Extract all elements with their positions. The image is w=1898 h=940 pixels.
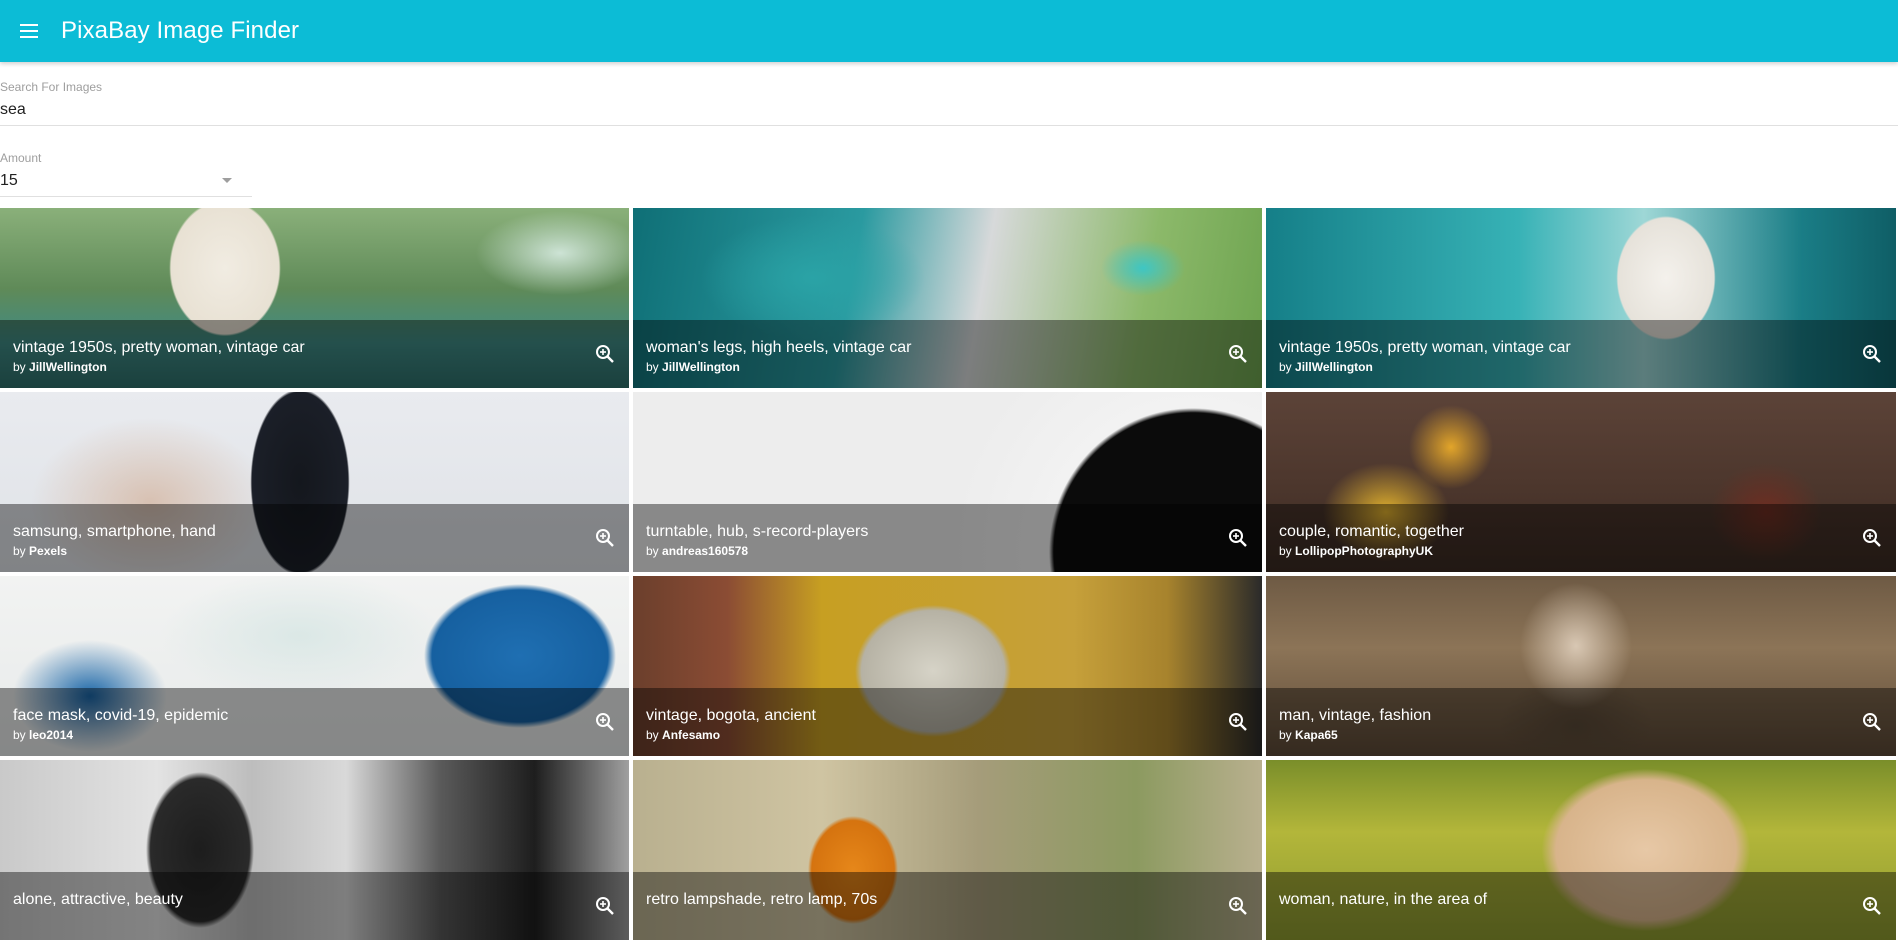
tile-title: man, vintage, fashion bbox=[1279, 707, 1432, 724]
zoom-in-icon[interactable] bbox=[1862, 528, 1882, 548]
amount-value[interactable]: 15 bbox=[0, 171, 252, 191]
zoom-in-icon[interactable] bbox=[1228, 528, 1248, 548]
tile-caption-bar: vintage 1950s, pretty woman, vintage car… bbox=[0, 320, 629, 388]
tile-title: face mask, covid-19, epidemic bbox=[13, 707, 229, 724]
tile-caption-bar: alone, attractive, beauty bbox=[0, 872, 629, 940]
tile-title: alone, attractive, beauty bbox=[13, 891, 183, 908]
image-tile[interactable]: vintage 1950s, pretty woman, vintage car… bbox=[0, 208, 629, 388]
image-tile[interactable]: couple, romantic, together by LollipopPh… bbox=[1266, 392, 1896, 572]
tile-author-line: by Pexels bbox=[13, 544, 67, 558]
tile-author: Pexels bbox=[29, 544, 68, 558]
image-tile[interactable]: vintage, bogota, ancient by Anfesamo bbox=[633, 576, 1262, 756]
zoom-in-icon[interactable] bbox=[1862, 712, 1882, 732]
tile-caption-bar: vintage 1950s, pretty woman, vintage car… bbox=[1266, 320, 1896, 388]
zoom-in-icon[interactable] bbox=[1228, 712, 1248, 732]
tile-author: Kapa65 bbox=[1295, 728, 1338, 742]
tile-title: woman's legs, high heels, vintage car bbox=[646, 339, 912, 356]
tile-by: by bbox=[13, 728, 26, 742]
tile-by: by bbox=[646, 728, 659, 742]
tile-title: turntable, hub, s-record-players bbox=[646, 523, 869, 540]
tile-author: leo2014 bbox=[29, 728, 74, 742]
tile-title: couple, romantic, together bbox=[1279, 523, 1464, 540]
tile-author: andreas160578 bbox=[662, 544, 749, 558]
image-tile[interactable]: samsung, smartphone, hand by Pexels bbox=[0, 392, 629, 572]
amount-underline bbox=[0, 196, 252, 197]
tile-author-line: by Anfesamo bbox=[646, 728, 720, 742]
tile-author-line: by Kapa65 bbox=[1279, 728, 1338, 742]
tile-by: by bbox=[646, 544, 659, 558]
tile-caption-bar: woman, nature, in the area of bbox=[1266, 872, 1896, 940]
image-tile[interactable]: face mask, covid-19, epidemic by leo2014 bbox=[0, 576, 629, 756]
zoom-in-icon[interactable] bbox=[1228, 896, 1248, 916]
search-input[interactable] bbox=[0, 100, 1898, 120]
tile-author-line: by JillWellington bbox=[1279, 360, 1373, 374]
amount-select[interactable]: Amount 15 bbox=[0, 151, 252, 197]
tile-caption-bar: man, vintage, fashion by Kapa65 bbox=[1266, 688, 1896, 756]
tile-caption-bar: woman's legs, high heels, vintage car by… bbox=[633, 320, 1262, 388]
app-title: PixaBay Image Finder bbox=[61, 17, 300, 44]
tile-author-line: by JillWellington bbox=[646, 360, 740, 374]
image-tile[interactable]: woman's legs, high heels, vintage car by… bbox=[633, 208, 1262, 388]
tile-author-line: by LollipopPhotographyUK bbox=[1279, 544, 1433, 558]
zoom-in-icon[interactable] bbox=[595, 528, 615, 548]
tile-title: samsung, smartphone, hand bbox=[13, 523, 216, 540]
tile-author: JillWellington bbox=[29, 360, 107, 374]
tile-by: by bbox=[13, 544, 26, 558]
amount-label: Amount bbox=[0, 151, 42, 165]
image-grid: vintage 1950s, pretty woman, vintage car… bbox=[0, 208, 1898, 940]
tile-title: vintage, bogota, ancient bbox=[646, 707, 816, 724]
zoom-in-icon[interactable] bbox=[595, 712, 615, 732]
image-tile[interactable]: vintage 1950s, pretty woman, vintage car… bbox=[1266, 208, 1896, 388]
tile-caption-bar: face mask, covid-19, epidemic by leo2014 bbox=[0, 688, 629, 756]
tile-caption-bar: couple, romantic, together by LollipopPh… bbox=[1266, 504, 1896, 572]
tile-caption-bar: vintage, bogota, ancient by Anfesamo bbox=[633, 688, 1262, 756]
tile-title: retro lampshade, retro lamp, 70s bbox=[646, 891, 878, 908]
tile-title: vintage 1950s, pretty woman, vintage car bbox=[13, 339, 305, 356]
zoom-in-icon[interactable] bbox=[1862, 896, 1882, 916]
tile-caption-bar: samsung, smartphone, hand by Pexels bbox=[0, 504, 629, 572]
image-tile[interactable]: turntable, hub, s-record-players by andr… bbox=[633, 392, 1262, 572]
tile-by: by bbox=[646, 360, 659, 374]
dropdown-arrow-icon[interactable] bbox=[222, 178, 232, 183]
tile-author: LollipopPhotographyUK bbox=[1295, 544, 1434, 558]
search-underline bbox=[0, 125, 1898, 126]
image-tile[interactable]: alone, attractive, beauty bbox=[0, 760, 629, 940]
tile-author: Anfesamo bbox=[662, 728, 721, 742]
image-tile[interactable]: woman, nature, in the area of bbox=[1266, 760, 1896, 940]
zoom-in-icon[interactable] bbox=[595, 896, 615, 916]
zoom-in-icon[interactable] bbox=[1228, 344, 1248, 364]
tile-caption-bar: retro lampshade, retro lamp, 70s bbox=[633, 872, 1262, 940]
search-label: Search For Images bbox=[0, 80, 103, 94]
image-tile[interactable]: retro lampshade, retro lamp, 70s bbox=[633, 760, 1262, 940]
zoom-in-icon[interactable] bbox=[1862, 344, 1882, 364]
tile-author: JillWellington bbox=[662, 360, 740, 374]
tile-author-line: by andreas160578 bbox=[646, 544, 748, 558]
tile-caption-bar: turntable, hub, s-record-players by andr… bbox=[633, 504, 1262, 572]
tile-title: woman, nature, in the area of bbox=[1279, 891, 1488, 908]
tile-title: vintage 1950s, pretty woman, vintage car bbox=[1279, 339, 1571, 356]
image-tile[interactable]: man, vintage, fashion by Kapa65 bbox=[1266, 576, 1896, 756]
tile-author: JillWellington bbox=[1295, 360, 1373, 374]
tile-by: by bbox=[1279, 728, 1292, 742]
tile-by: by bbox=[13, 360, 26, 374]
zoom-in-icon[interactable] bbox=[595, 344, 615, 364]
app-bar: PixaBay Image Finder bbox=[0, 0, 1898, 62]
tile-by: by bbox=[1279, 360, 1292, 374]
search-field[interactable]: Search For Images bbox=[0, 80, 1898, 126]
tile-by: by bbox=[1279, 544, 1292, 558]
menu-icon[interactable] bbox=[17, 19, 41, 43]
tile-author-line: by leo2014 bbox=[13, 728, 73, 742]
tile-author-line: by JillWellington bbox=[13, 360, 107, 374]
